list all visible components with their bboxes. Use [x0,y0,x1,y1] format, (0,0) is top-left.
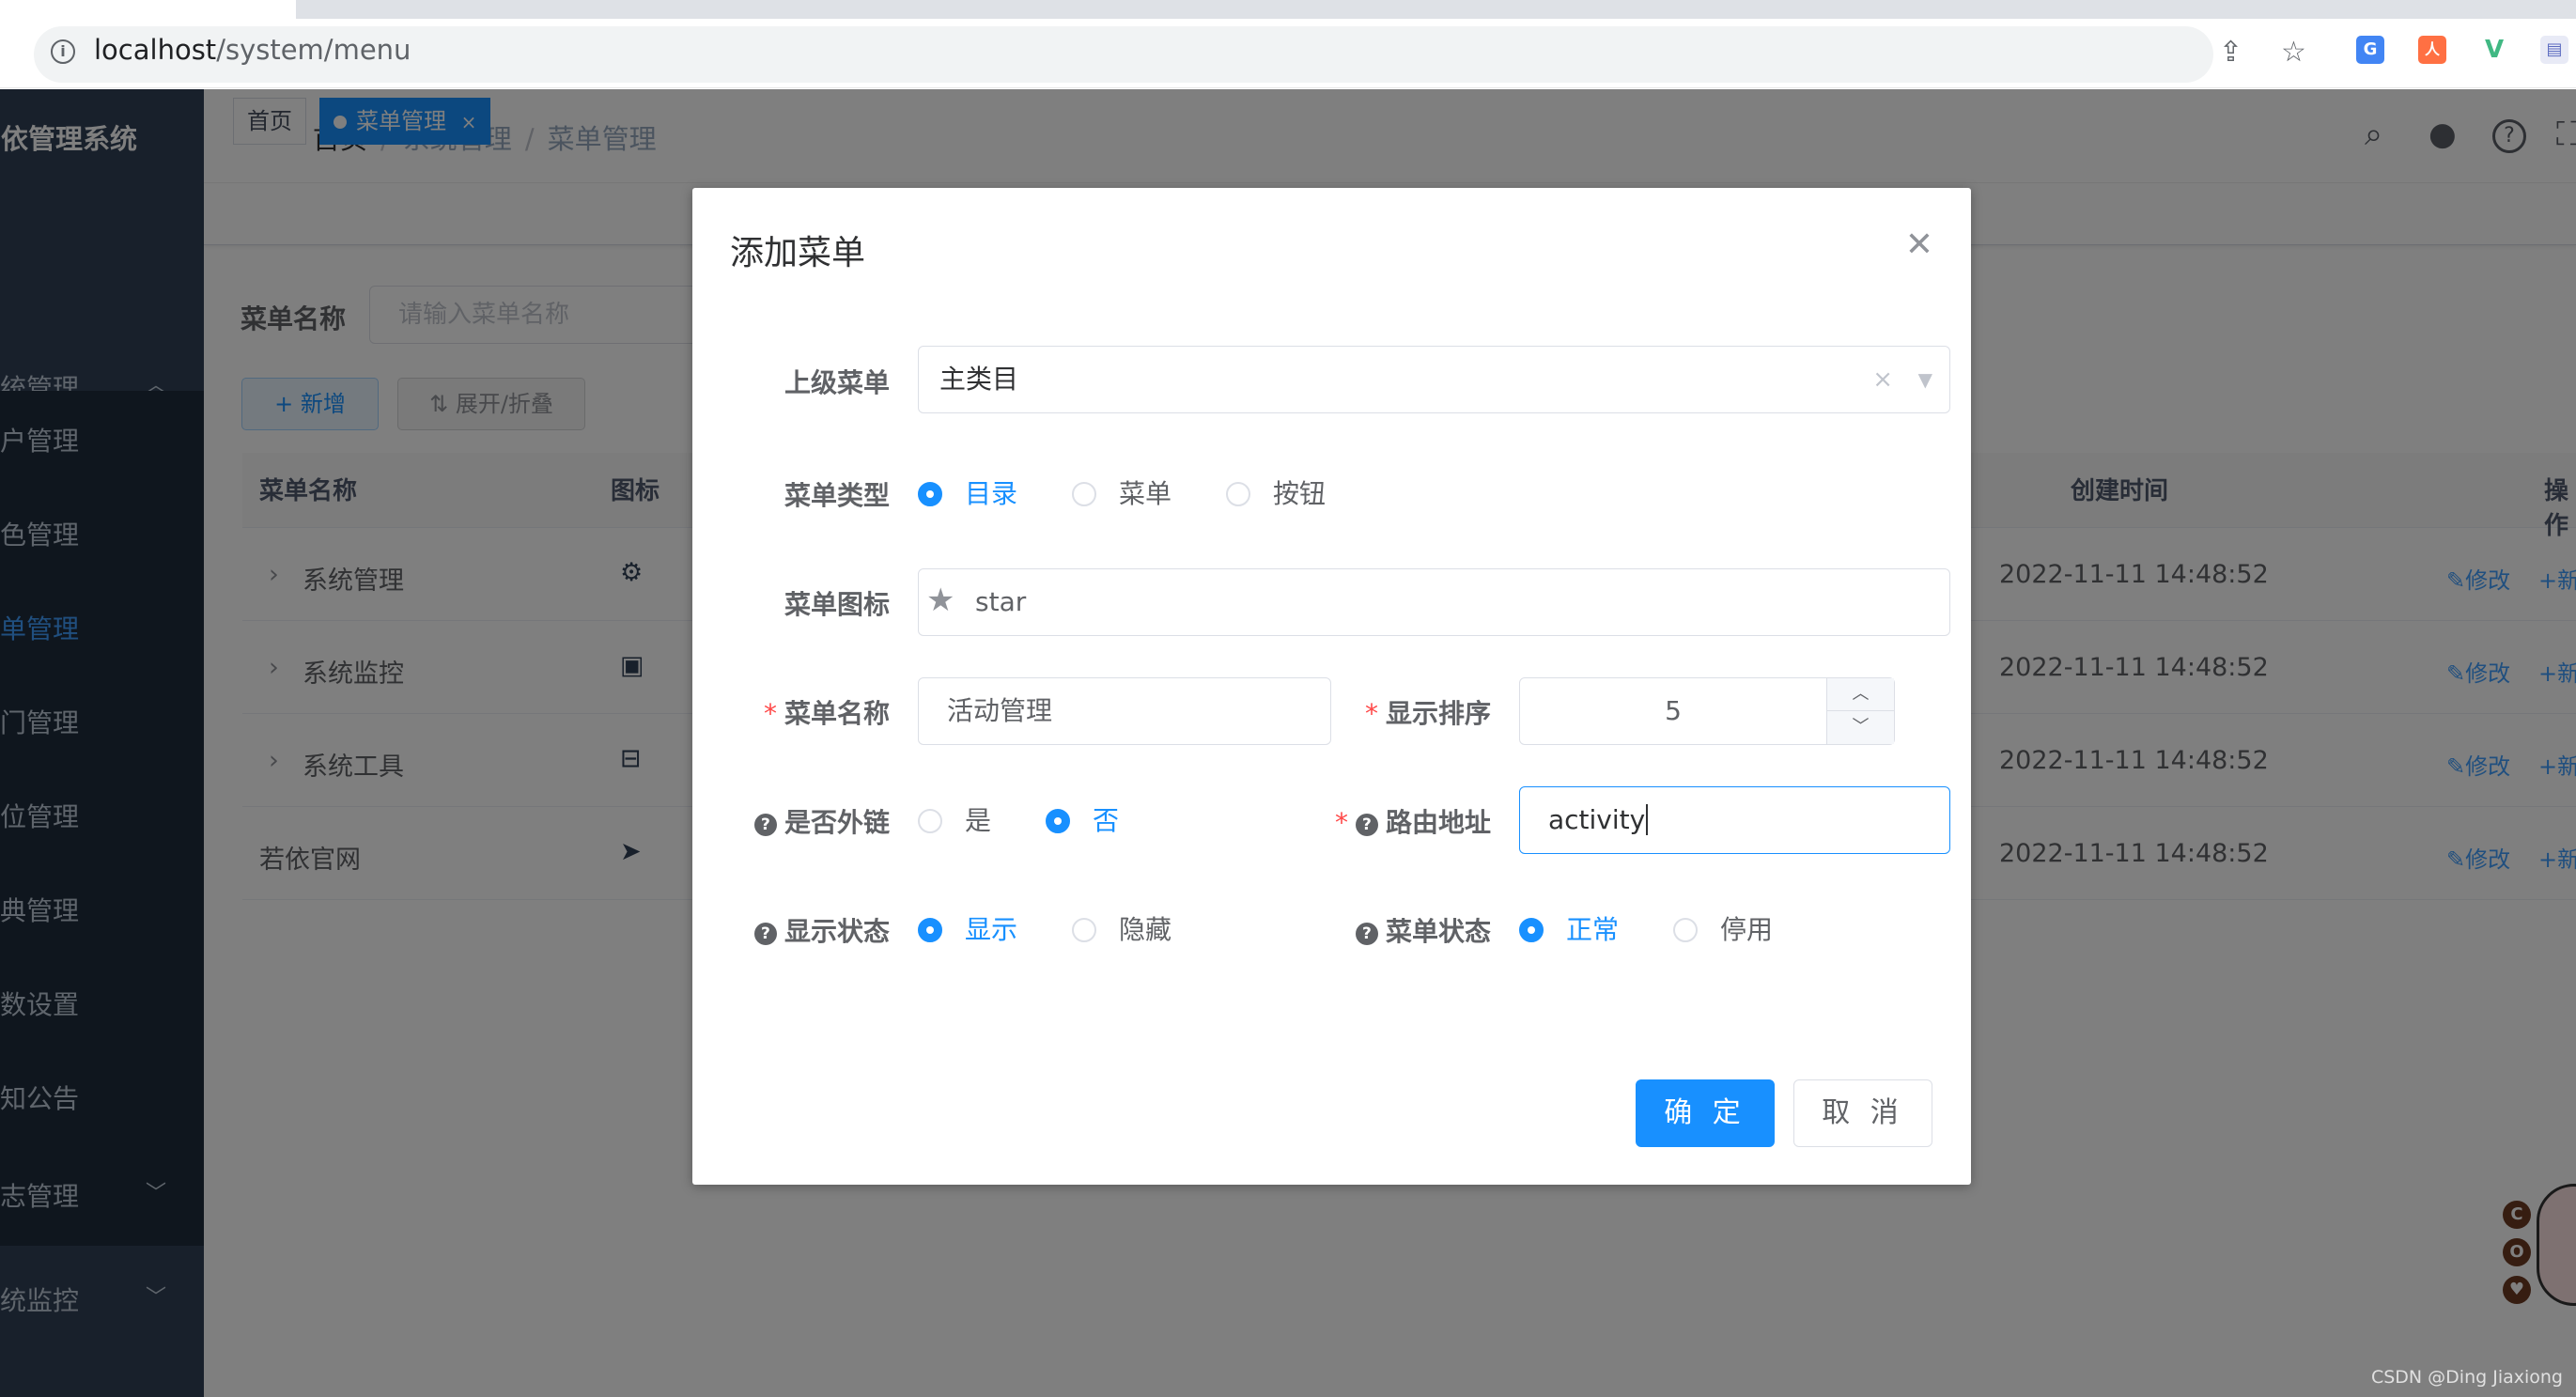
radio-circle [1226,482,1250,506]
menu-name-label: * 菜单名称 [763,698,890,729]
caret-down-icon[interactable]: ▼ [1918,347,1932,412]
menu-icon-input[interactable]: ★ star [918,568,1950,636]
radio-circle [918,809,942,833]
menu-type-label: 菜单类型 [784,480,890,511]
menu-icon-label: 菜单图标 [784,589,890,620]
radio-type-directory[interactable]: 目录 [918,473,1017,511]
radio-type-button[interactable]: 按钮 [1226,473,1326,511]
question-icon: ? [753,923,777,945]
vue-devtools-icon[interactable]: V [2480,36,2508,64]
radio-external-no[interactable]: 否 [1046,800,1119,838]
bookmark-star-icon[interactable]: ☆ [2281,36,2306,69]
external-link-label: ? 是否外链 [730,802,890,840]
radio-circle [1519,918,1544,942]
decrement-icon[interactable]: ﹀ [1826,711,1894,744]
route-path-input[interactable]: activity [1519,786,1950,854]
parent-menu-select[interactable]: 主类目 × ▼ [918,346,1950,413]
url-path: /system/menu [216,34,411,66]
browser-tab-strip [0,0,2576,21]
radio-type-menu[interactable]: 菜单 [1072,473,1172,511]
text-caret [1646,804,1649,835]
star-icon: ★ [926,582,955,619]
parent-menu-value: 主类目 [939,364,1019,395]
translate-extension-icon[interactable]: G [2356,36,2384,64]
extension-icon-2[interactable]: ▤ [2540,36,2568,64]
radio-external-yes[interactable]: 是 [918,800,991,838]
radio-circle [1673,918,1698,942]
close-icon[interactable]: ✕ [1905,225,1933,264]
display-order-stepper[interactable]: 5 ︿ ﹀ [1519,677,1895,745]
radio-circle [1072,482,1096,506]
extension-icon[interactable]: 人 [2418,36,2446,64]
radio-circle [918,918,942,942]
question-icon: ? [753,814,777,836]
route-path-label: *? 路由地址 [1334,807,1491,838]
confirm-button[interactable]: 确 定 [1636,1079,1775,1147]
radio-visible-show[interactable]: 显示 [918,909,1017,947]
radio-circle [918,482,942,506]
tab-strip-bg [296,0,2576,19]
increment-icon[interactable]: ︿ [1826,678,1894,711]
cancel-button[interactable]: 取 消 [1793,1079,1932,1147]
share-icon[interactable]: ⇪ [2219,36,2242,69]
site-info-icon[interactable]: i [51,39,75,64]
radio-circle [1046,809,1070,833]
route-path-value: activity [1548,804,1646,835]
display-status-label: ? 显示状态 [730,911,890,949]
parent-menu-label: 上级菜单 [784,367,890,398]
question-icon: ? [1355,923,1378,945]
radio-visible-hide[interactable]: 隐藏 [1072,909,1172,947]
url-text[interactable]: localhost/system/menu [94,34,411,66]
watermark: CSDN @Ding Jiaxiong [2370,1367,2563,1388]
menu-name-input[interactable]: 活动管理 [918,677,1331,745]
url-host: localhost [94,34,217,66]
clear-icon[interactable]: × [1872,347,1893,412]
display-order-value: 5 [1665,695,1682,726]
menu-icon-value: star [975,586,1027,617]
menu-status-label: ? 菜单状态 [1331,911,1491,949]
add-menu-dialog: 添加菜单 ✕ 上级菜单 主类目 × ▼ 菜单类型 目录 菜单 按钮 菜单图标 ★… [692,188,1971,1185]
radio-status-disabled[interactable]: 停用 [1673,909,1773,947]
question-icon: ? [1355,814,1378,836]
display-order-label: * 显示排序 [1364,698,1491,729]
radio-status-normal[interactable]: 正常 [1519,909,1619,947]
radio-circle [1072,918,1096,942]
dialog-title: 添加菜单 [730,234,866,272]
